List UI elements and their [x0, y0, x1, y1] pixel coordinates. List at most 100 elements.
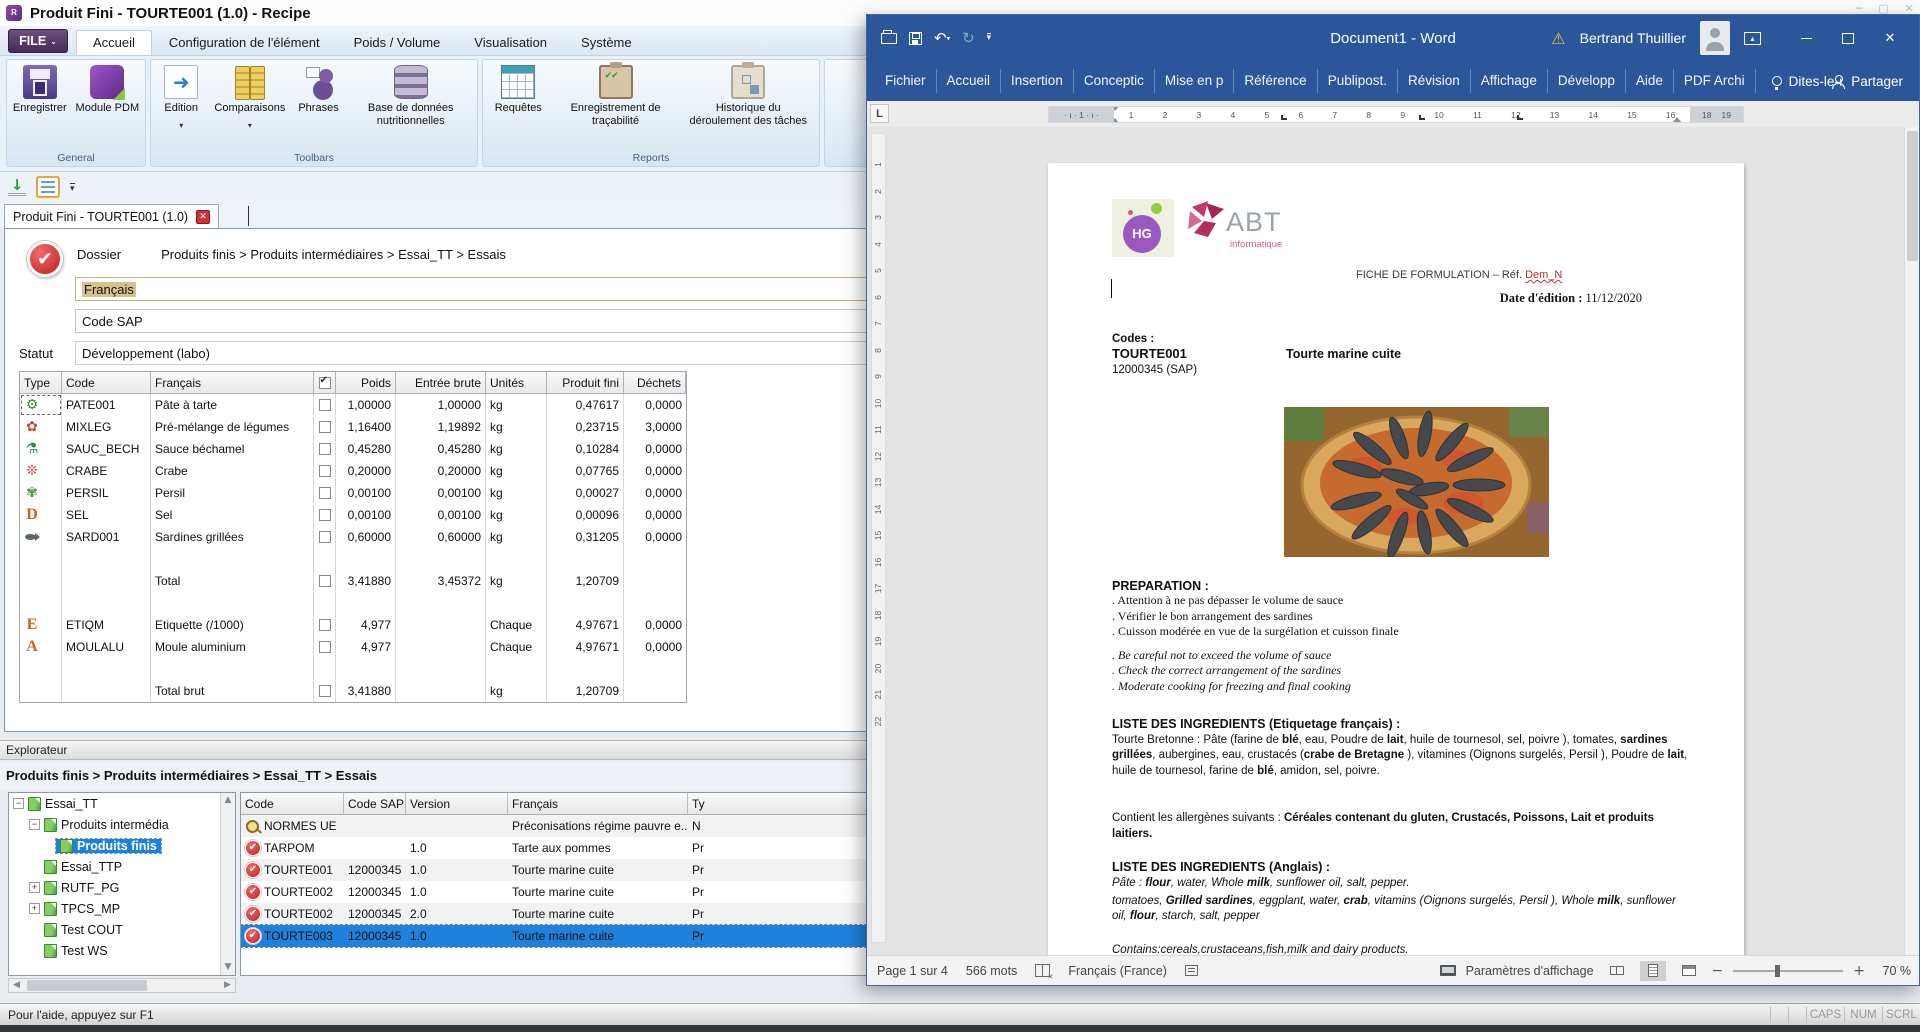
ribbon-button[interactable]: Requêtes — [492, 64, 545, 116]
ribbon-button[interactable]: Base de données nutritionnelles — [349, 64, 473, 128]
tab-stop-icon[interactable] — [1517, 115, 1523, 120]
col-header-entree-brute[interactable]: Entrée brute — [396, 372, 486, 394]
display-settings-label[interactable]: Paramètres d'affichage — [1466, 964, 1594, 978]
document-tab[interactable]: Produit Fini - TOURTE001 (1.0) ✕ — [4, 204, 219, 228]
customize-toolbar-icon[interactable]: ▾ — [987, 33, 992, 43]
col-header-francais[interactable]: Français — [508, 793, 688, 814]
tree-item[interactable]: Produits finis — [9, 835, 235, 856]
file-menu-button[interactable]: FILE⌄ — [8, 29, 68, 53]
tab-selector-icon[interactable]: L — [870, 104, 889, 123]
zoom-in-icon[interactable]: + — [1853, 963, 1865, 979]
ribbon-tab[interactable]: Accueil — [937, 69, 1002, 93]
ribbon-button[interactable]: Module PDM — [73, 64, 143, 116]
ribbon-tab[interactable]: Fichier — [875, 69, 937, 93]
save-icon[interactable] — [909, 32, 922, 45]
scroll-down-icon[interactable]: ▼ — [221, 960, 235, 975]
tree-item[interactable]: Test WS — [9, 940, 235, 961]
zoom-out-icon[interactable]: − — [1712, 963, 1724, 979]
col-header-unites[interactable]: Unités — [486, 372, 547, 394]
close-icon[interactable]: ✕ — [1869, 15, 1911, 61]
page-indicator[interactable]: Page 1 sur 4 — [877, 964, 948, 978]
word-count[interactable]: 566 mots — [966, 964, 1017, 978]
tree-item[interactable]: Essai_TTP — [9, 856, 235, 877]
scrollbar-thumb[interactable] — [1907, 131, 1918, 261]
avatar[interactable] — [1700, 21, 1730, 55]
table-row[interactable]: SAUC_BECH Sauce béchamel 0,45280 0,45280… — [20, 438, 686, 460]
ribbon-tab[interactable]: Mise en p — [1155, 69, 1235, 93]
tab-stop-icon[interactable] — [1281, 115, 1287, 120]
table-row[interactable]: MIXLEG Pré-mélange de légumes 1,16400 1,… — [20, 416, 686, 438]
ribbon-button[interactable]: Enregistrer — [10, 64, 70, 116]
checkbox-icon[interactable] — [319, 487, 331, 499]
checkbox-icon[interactable] — [319, 685, 331, 697]
breadcrumb[interactable]: Produits finis > Produits intermédiaires… — [161, 247, 506, 262]
expander-icon[interactable] — [29, 903, 40, 914]
hanging-indent-icon[interactable] — [1114, 118, 1120, 122]
read-mode-button[interactable] — [1604, 961, 1630, 981]
ribbon-button[interactable]: Phrases — [293, 64, 345, 116]
scroll-up-icon[interactable]: ▲ — [221, 793, 235, 808]
macro-icon[interactable] — [1185, 965, 1198, 976]
ribbon-display-options-icon[interactable]: ▴ — [1744, 32, 1761, 45]
print-layout-button[interactable] — [1640, 961, 1666, 981]
redo-icon[interactable]: ↻ — [962, 29, 975, 47]
ribbon-button[interactable]: Enregistrement de traçabilité — [554, 64, 678, 128]
ribbon-tab[interactable]: Référence — [1234, 69, 1317, 93]
checkbox-icon[interactable] — [319, 641, 331, 653]
zoom-slider-thumb[interactable] — [1775, 965, 1780, 977]
display-settings-icon[interactable] — [1440, 965, 1456, 976]
ribbon-button[interactable]: Edition — [155, 64, 207, 134]
col-header-francais[interactable]: Français — [151, 372, 314, 394]
tree-vertical-scrollbar[interactable]: ▲ ▼ — [220, 793, 235, 975]
col-header-code-sap[interactable]: Code SAP — [344, 793, 406, 814]
import-icon[interactable]: ↓ — [8, 178, 26, 196]
warning-icon[interactable]: ⚠ — [1551, 29, 1565, 48]
tree-item[interactable]: Test COUT — [9, 919, 235, 940]
share-button[interactable]: Partager — [1832, 74, 1903, 89]
ribbon-tab[interactable]: Révision — [1398, 69, 1471, 93]
first-line-indent-icon[interactable] — [1114, 107, 1120, 111]
open-icon[interactable] — [881, 33, 897, 44]
horizontal-ruler[interactable]: · ı · 1 · ı · 12345678910111213141516 18… — [1048, 106, 1744, 123]
tree-item[interactable]: Produits intermédia — [9, 814, 235, 835]
ribbon-tab[interactable]: Système — [564, 30, 649, 55]
checkbox-icon[interactable] — [319, 399, 331, 411]
tree-horizontal-scrollbar[interactable]: ◀ ▶ — [8, 978, 236, 993]
table-row[interactable]: SARD001 Sardines grillées 0,60000 0,6000… — [20, 526, 686, 548]
expander-icon[interactable] — [29, 882, 40, 893]
list-view-icon[interactable] — [36, 176, 60, 198]
tree-item[interactable]: TPCS_MP — [9, 898, 235, 919]
zoom-slider[interactable] — [1733, 970, 1843, 972]
ribbon-tab[interactable]: PDF Archi — [1674, 69, 1756, 93]
col-header-produit-fini[interactable]: Produit fini — [547, 372, 624, 394]
ribbon-tab[interactable]: Développ — [1548, 69, 1626, 93]
checkbox-icon[interactable] — [319, 443, 331, 455]
checkbox-icon[interactable] — [319, 465, 331, 477]
proofing-icon[interactable] — [1035, 964, 1050, 977]
right-indent-icon[interactable] — [1672, 117, 1682, 122]
vertical-ruler[interactable]: 12345678910111213141516171819202122 — [871, 133, 886, 943]
tree-item[interactable]: RUTF_PG — [9, 877, 235, 898]
document-page[interactable]: HG ABT informatique FICHE DE FORMULATION — [1048, 163, 1744, 956]
ribbon-tab[interactable]: Accueil — [76, 30, 152, 55]
maximize-icon[interactable] — [1827, 15, 1869, 61]
checkbox-icon[interactable] — [319, 531, 331, 543]
scrollbar-thumb[interactable] — [27, 980, 147, 991]
checkbox-icon[interactable] — [319, 509, 331, 521]
ribbon-tab[interactable]: Poids / Volume — [337, 30, 458, 55]
ribbon-tab[interactable]: Conceptic — [1074, 69, 1155, 93]
ribbon-tab[interactable]: Aide — [1626, 69, 1674, 93]
checkbox-icon[interactable] — [319, 575, 331, 587]
col-header-code[interactable]: Code — [241, 793, 344, 814]
ribbon-tab[interactable]: Publipost. — [1318, 69, 1398, 93]
scroll-left-icon[interactable]: ◀ — [9, 979, 24, 992]
close-tab-icon[interactable]: ✕ — [196, 210, 210, 224]
web-layout-button[interactable] — [1676, 961, 1702, 981]
document-scrollbar[interactable] — [1904, 127, 1919, 956]
zoom-level[interactable]: 70 % — [1875, 964, 1911, 978]
tree-item[interactable]: Essai_TT — [9, 793, 235, 814]
expander-icon[interactable] — [29, 819, 40, 830]
expander-icon[interactable] — [13, 798, 24, 809]
ribbon-tab[interactable]: Affichage — [1471, 69, 1548, 93]
checkbox-checked-icon[interactable] — [319, 377, 331, 389]
